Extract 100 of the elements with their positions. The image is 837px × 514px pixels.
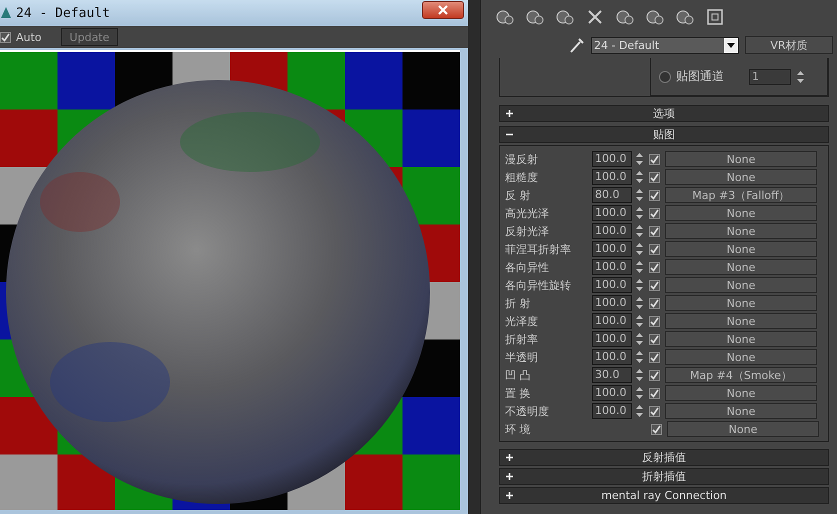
map-button[interactable]: Map #4（Smoke）	[665, 367, 817, 383]
map-slot-label: 折射率	[505, 332, 539, 346]
spinner-icon[interactable]	[635, 313, 644, 329]
map-enable-checkbox[interactable]	[649, 388, 660, 398]
caret-icon	[724, 38, 738, 52]
auto-label: Auto	[16, 30, 42, 44]
map-slot-label: 各向异性	[505, 260, 550, 274]
spinner-icon[interactable]	[635, 367, 644, 383]
map-slot-label: 凹 凸	[505, 368, 532, 382]
map-slot-label: 不透明度	[505, 404, 550, 418]
amount-field[interactable]: 100.0	[592, 259, 632, 275]
map-enable-checkbox[interactable]	[649, 406, 660, 416]
map-button[interactable]: None	[667, 421, 819, 437]
spinner-icon[interactable]	[635, 277, 644, 293]
map-enable-checkbox[interactable]	[649, 334, 660, 344]
map-button[interactable]: None	[665, 259, 817, 275]
map-slot-label: 各向异性旋转	[505, 278, 572, 292]
map-enable-checkbox[interactable]	[649, 262, 660, 272]
spinner-icon[interactable]	[635, 259, 644, 275]
map-slot-label: 反射光泽	[505, 224, 550, 238]
map-slot-label: 置 换	[505, 386, 532, 400]
minus-icon	[506, 131, 513, 138]
map-button[interactable]: None	[665, 205, 817, 221]
amount-field[interactable]: 100.0	[592, 385, 632, 401]
rollout-header[interactable]: 选项	[499, 105, 829, 122]
plus-icon	[506, 492, 513, 499]
map-button[interactable]: None	[665, 313, 817, 329]
spinner-icon[interactable]	[635, 205, 644, 221]
map-button[interactable]: None	[665, 385, 817, 401]
amount-field[interactable]: 100.0	[592, 295, 632, 311]
map-slot-label: 菲涅耳折射率	[505, 242, 572, 256]
map-enable-checkbox[interactable]	[651, 424, 662, 434]
map-slot-label: 光泽度	[505, 314, 539, 328]
spinner-icon[interactable]	[796, 68, 805, 84]
rollout-header[interactable]: mental ray Connection	[499, 487, 829, 504]
map-enable-checkbox[interactable]	[649, 154, 660, 164]
spinner-icon[interactable]	[635, 349, 644, 365]
close-button[interactable]	[422, 1, 464, 19]
square-icon[interactable]	[705, 8, 725, 26]
spinner-icon[interactable]	[635, 331, 644, 347]
update-button[interactable]: Update	[60, 28, 118, 46]
material-type-button[interactable]: VR材质	[745, 36, 833, 54]
amount-field[interactable]: 100.0	[592, 205, 632, 221]
map-enable-checkbox[interactable]	[649, 208, 660, 218]
amount-field[interactable]: 80.0	[592, 187, 632, 203]
material-name-dropdown[interactable]: 24 - Default	[591, 36, 739, 54]
map-slot-label: 高光光泽	[505, 206, 550, 220]
auto-checkbox[interactable]	[0, 32, 11, 42]
plus-icon	[506, 454, 513, 461]
spinner-icon[interactable]	[635, 187, 644, 203]
spinner-icon[interactable]	[635, 385, 644, 401]
spinner-icon[interactable]	[635, 151, 644, 167]
rollout-header[interactable]: 贴图	[499, 126, 829, 143]
map-button[interactable]: None	[665, 349, 817, 365]
map-slot-label: 粗糙度	[505, 170, 539, 184]
map-enable-checkbox[interactable]	[649, 190, 660, 200]
app-icon	[0, 6, 12, 20]
map-button[interactable]: None	[665, 331, 817, 347]
spinner-icon[interactable]	[635, 241, 644, 257]
map-channel-field[interactable]: 1	[749, 68, 791, 84]
map-enable-checkbox[interactable]	[649, 172, 660, 182]
amount-field[interactable]: 100.0	[592, 169, 632, 185]
map-enable-checkbox[interactable]	[649, 244, 660, 254]
map-button[interactable]: None	[665, 151, 817, 167]
amount-field[interactable]: 100.0	[592, 349, 632, 365]
map-button[interactable]: None	[665, 241, 817, 257]
map-enable-checkbox[interactable]	[649, 352, 660, 362]
rollout-header[interactable]: 折射插值	[499, 468, 829, 485]
eyedropper-icon[interactable]	[569, 36, 585, 54]
amount-field[interactable]: 100.0	[592, 403, 632, 419]
map-enable-checkbox[interactable]	[649, 316, 660, 326]
spheres-icon[interactable]	[615, 8, 635, 26]
map-button[interactable]: None	[665, 403, 817, 419]
amount-field[interactable]: 100.0	[592, 331, 632, 347]
map-button[interactable]: None	[665, 295, 817, 311]
spinner-icon[interactable]	[635, 169, 644, 185]
spinner-icon[interactable]	[635, 403, 644, 419]
amount-field[interactable]: 100.0	[592, 223, 632, 239]
rollout-header[interactable]: 反射插值	[499, 449, 829, 466]
amount-field[interactable]: 100.0	[592, 241, 632, 257]
amount-field[interactable]: 100.0	[592, 151, 632, 167]
map-enable-checkbox[interactable]	[649, 280, 660, 290]
map-slot-label: 环 境	[505, 422, 532, 436]
map-button[interactable]: None	[665, 223, 817, 239]
map-button[interactable]: None	[665, 277, 817, 293]
plus-icon	[506, 110, 513, 117]
map-button[interactable]: None	[665, 169, 817, 185]
map-enable-checkbox[interactable]	[649, 226, 660, 236]
amount-field[interactable]: 100.0	[592, 313, 632, 329]
map-channel-radio[interactable]	[659, 70, 671, 82]
map-enable-checkbox[interactable]	[649, 370, 660, 380]
map-slot-label: 半透明	[505, 350, 539, 364]
map-channel-label: 贴图通道	[676, 68, 725, 85]
map-button[interactable]: Map #3（Falloff）	[665, 187, 817, 203]
spinner-icon[interactable]	[635, 295, 644, 311]
map-slot-label: 漫反射	[505, 152, 539, 166]
amount-field[interactable]: 100.0	[592, 277, 632, 293]
spinner-icon[interactable]	[635, 223, 644, 239]
map-enable-checkbox[interactable]	[649, 298, 660, 308]
amount-field[interactable]: 30.0	[592, 367, 632, 383]
